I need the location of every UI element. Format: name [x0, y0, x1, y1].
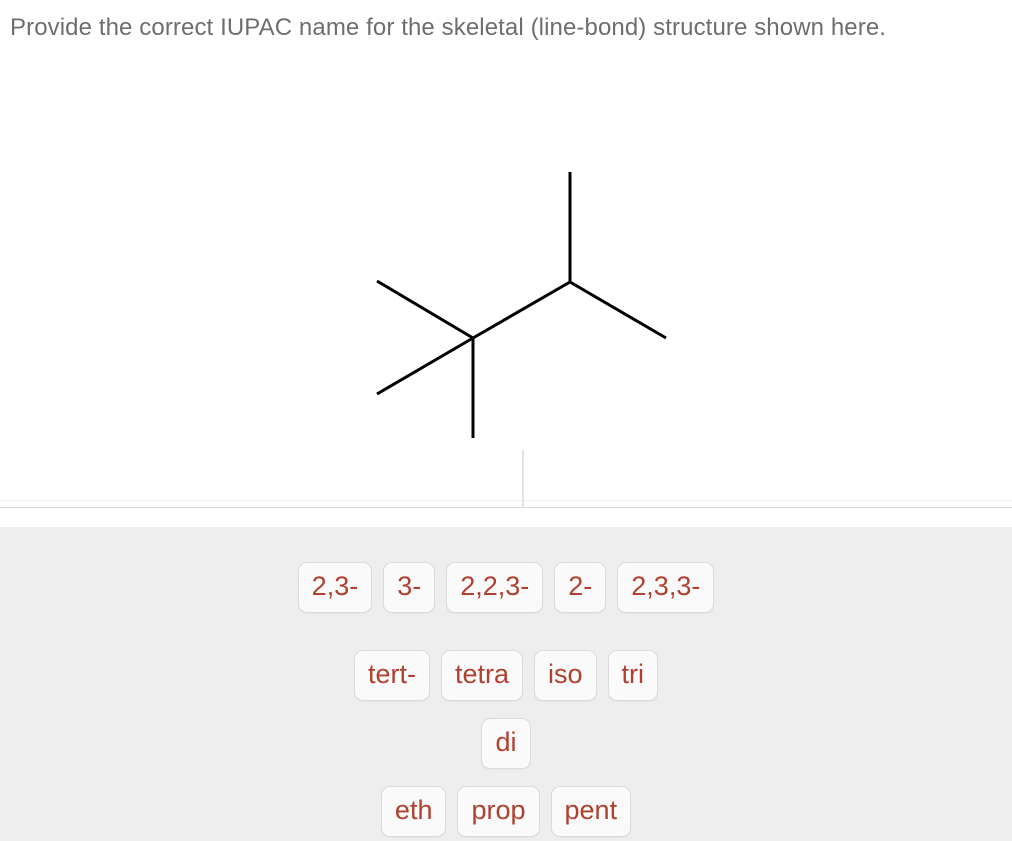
word-bank-chip[interactable]: pent [550, 786, 632, 837]
word-bank-chip[interactable]: eth [380, 786, 447, 837]
word-bank-chip[interactable]: tri [607, 650, 659, 701]
word-bank-panel: 2,3- 3- 2,2,3- 2- 2,3,3- tert-tetra iso tri di… [0, 527, 1012, 841]
bond-lower-left-methyl [376, 336, 474, 396]
word-bank-chip[interactable]: di [481, 718, 531, 769]
word-bank-chip[interactable]: prop [457, 786, 540, 837]
word-bank-row-locant: 2,3- 3- 2,2,3- 2- 2,3,3- [0, 562, 1012, 613]
bond-quaternary-to-ch [472, 280, 571, 340]
word-bank-chip[interactable]: 2,3,3- [617, 562, 715, 613]
word-bank-row-multiplier: di [0, 718, 1012, 769]
word-bank-chip[interactable]: tert- [353, 650, 430, 701]
word-bank-chip[interactable]: tetra [440, 650, 524, 701]
question-prompt: Provide the correct IUPAC name for the s… [10, 14, 887, 41]
word-bank-row-prefix: tert-tetra iso tri [0, 650, 1012, 701]
word-bank-chip[interactable]: 2,2,3- [446, 562, 544, 613]
word-bank-chip[interactable]: 3- [383, 562, 436, 613]
skeletal-structure-svg [376, 172, 667, 438]
word-bank-chip[interactable]: iso [534, 650, 597, 701]
answer-drop-zone[interactable] [0, 444, 1012, 508]
answer-caret [522, 450, 524, 508]
bond-upper-left-methyl [376, 279, 474, 340]
structure-canvas [0, 46, 1012, 438]
word-bank-chip[interactable]: 2,3- [297, 562, 373, 613]
word-bank-chip[interactable]: 2- [554, 562, 607, 613]
bond-group [376, 172, 667, 438]
word-bank-row-stem: eth prop pent [0, 786, 1012, 837]
bond-ch-right-methyl [569, 280, 667, 340]
